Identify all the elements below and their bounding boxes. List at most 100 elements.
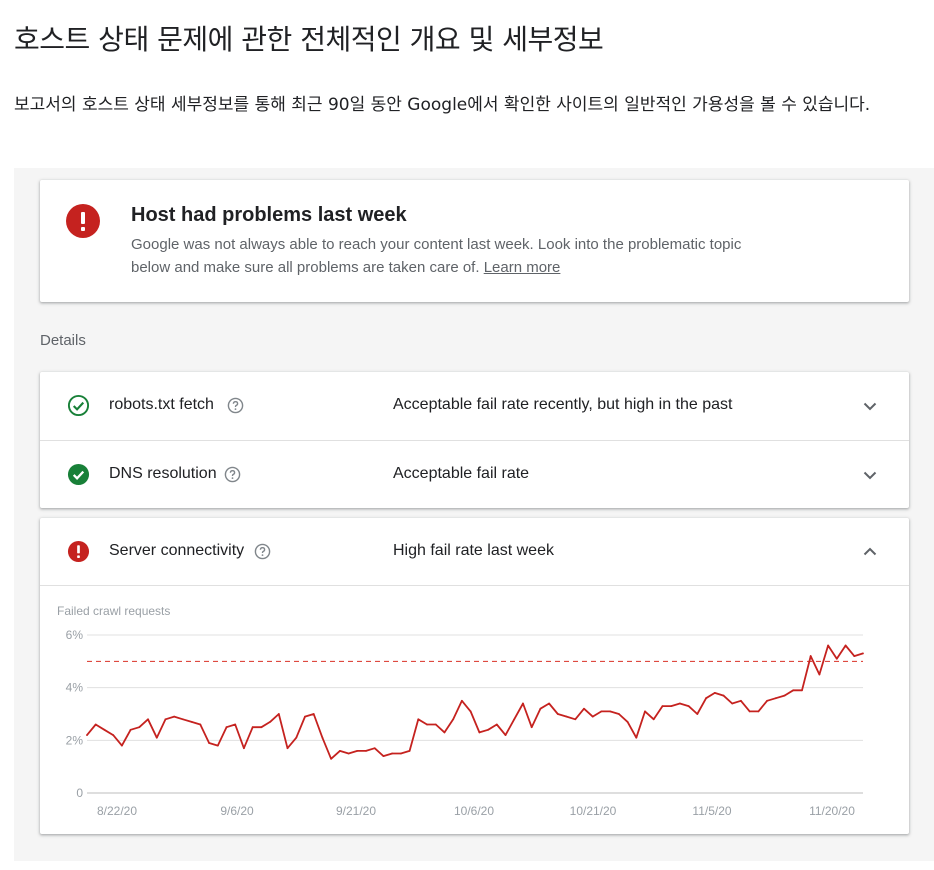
data-point xyxy=(661,705,664,707)
help-icon[interactable] xyxy=(227,397,244,414)
data-point xyxy=(827,644,830,647)
data-point xyxy=(120,744,123,747)
data-point xyxy=(478,731,481,734)
detail-row-name: Server connectivity xyxy=(109,542,245,559)
data-point xyxy=(774,697,777,700)
data-point xyxy=(408,749,411,752)
data-point xyxy=(644,710,646,713)
chevron-up-icon[interactable] xyxy=(861,543,879,561)
y-tick-label: 4% xyxy=(66,681,84,695)
data-point xyxy=(591,715,594,718)
data-point xyxy=(338,749,341,752)
data-point xyxy=(522,702,524,705)
data-point xyxy=(129,728,132,731)
data-point xyxy=(94,723,97,726)
data-point xyxy=(722,694,725,697)
x-tick-label: 11/20/20 xyxy=(809,804,855,818)
data-point xyxy=(295,736,298,739)
x-tick-label: 9/6/20 xyxy=(220,804,254,818)
data-point xyxy=(86,734,88,736)
failed-crawl-requests-chart: 0 2% 4% 6% 8/22/20 9/6/20 9/21/20 10/6/20 10/21/… xyxy=(66,628,864,818)
data-point xyxy=(626,721,629,723)
detail-row-robots[interactable]: robots.txt fetch Acceptable fail rate re… xyxy=(40,372,909,440)
data-point xyxy=(251,726,254,729)
data-point xyxy=(530,726,533,729)
check-circle-outline-icon xyxy=(67,394,90,417)
x-tick-label: 10/21/20 xyxy=(570,804,617,818)
help-icon[interactable] xyxy=(224,466,241,483)
detail-row-name: DNS resolution xyxy=(109,465,217,482)
data-point xyxy=(391,752,394,755)
data-point xyxy=(164,718,167,721)
data-point xyxy=(583,707,585,710)
data-point xyxy=(103,728,106,731)
data-point xyxy=(347,752,350,755)
learn-more-link[interactable]: Learn more xyxy=(484,259,561,276)
intro-text: 보고서의 호스트 상태 세부정보를 통해 최근 90일 동안 Google에서 … xyxy=(14,95,871,115)
error-icon xyxy=(66,204,100,238)
data-point xyxy=(652,718,655,721)
data-point xyxy=(818,673,821,676)
data-point xyxy=(373,747,376,750)
x-tick-label: 9/21/20 xyxy=(336,804,376,818)
data-point xyxy=(208,742,210,744)
x-tick-label: 11/5/20 xyxy=(692,804,731,818)
data-point xyxy=(356,749,359,752)
data-point xyxy=(504,734,507,736)
data-point xyxy=(687,705,690,707)
data-point xyxy=(138,726,141,729)
data-point xyxy=(862,652,864,655)
data-point xyxy=(225,726,228,729)
data-point xyxy=(513,718,516,721)
check-circle-icon xyxy=(67,463,90,486)
data-point xyxy=(312,713,315,715)
data-point xyxy=(495,723,498,726)
detail-row-server[interactable]: Server connectivity High fail rate last … xyxy=(40,518,909,586)
data-point xyxy=(705,697,707,700)
data-point xyxy=(731,702,734,705)
y-tick-label: 2% xyxy=(66,733,84,747)
host-status-panel: Host had problems last week Google was n… xyxy=(14,168,934,861)
data-point xyxy=(321,736,324,739)
data-point xyxy=(112,734,115,736)
y-tick-label: 6% xyxy=(66,628,84,642)
page-heading: 호스트 상태 문제에 관한 전체적인 개요 및 세부정보 xyxy=(14,23,604,56)
detail-row-name: robots.txt fetch xyxy=(109,396,214,413)
summary-card: Host had problems last week Google was n… xyxy=(40,180,909,302)
data-point xyxy=(452,718,455,721)
x-tick-label: 10/6/20 xyxy=(454,804,494,818)
data-point xyxy=(670,705,673,707)
data-point xyxy=(801,689,803,692)
data-point xyxy=(635,736,638,739)
data-point xyxy=(600,710,603,713)
data-point xyxy=(461,699,463,702)
server-connectivity-card: Server connectivity High fail rate last … xyxy=(40,518,909,834)
data-point xyxy=(678,702,681,705)
data-point xyxy=(696,713,699,715)
data-point xyxy=(757,710,760,713)
data-point xyxy=(809,655,812,657)
chevron-down-icon[interactable] xyxy=(861,397,879,415)
data-point xyxy=(417,718,420,721)
data-point xyxy=(182,718,184,721)
detail-row-dns[interactable]: DNS resolution Acceptable fail rate xyxy=(40,440,909,508)
data-point xyxy=(548,702,551,705)
data-point xyxy=(173,715,176,718)
data-point xyxy=(792,689,795,692)
data-point xyxy=(574,718,577,721)
data-point xyxy=(748,710,751,713)
series-line xyxy=(86,644,864,760)
chevron-down-icon[interactable] xyxy=(861,466,879,484)
help-icon[interactable] xyxy=(254,543,271,560)
data-point xyxy=(155,736,158,739)
detail-row-state: High fail rate last week xyxy=(393,542,554,559)
data-point xyxy=(286,747,289,750)
data-point xyxy=(443,731,446,734)
data-point xyxy=(365,749,367,752)
data-point xyxy=(844,644,847,647)
detail-row-state: Acceptable fail rate xyxy=(393,465,530,482)
chart-title: Failed crawl requests xyxy=(57,604,171,618)
data-point xyxy=(269,721,272,723)
data-point xyxy=(304,715,306,718)
error-icon xyxy=(67,540,90,563)
